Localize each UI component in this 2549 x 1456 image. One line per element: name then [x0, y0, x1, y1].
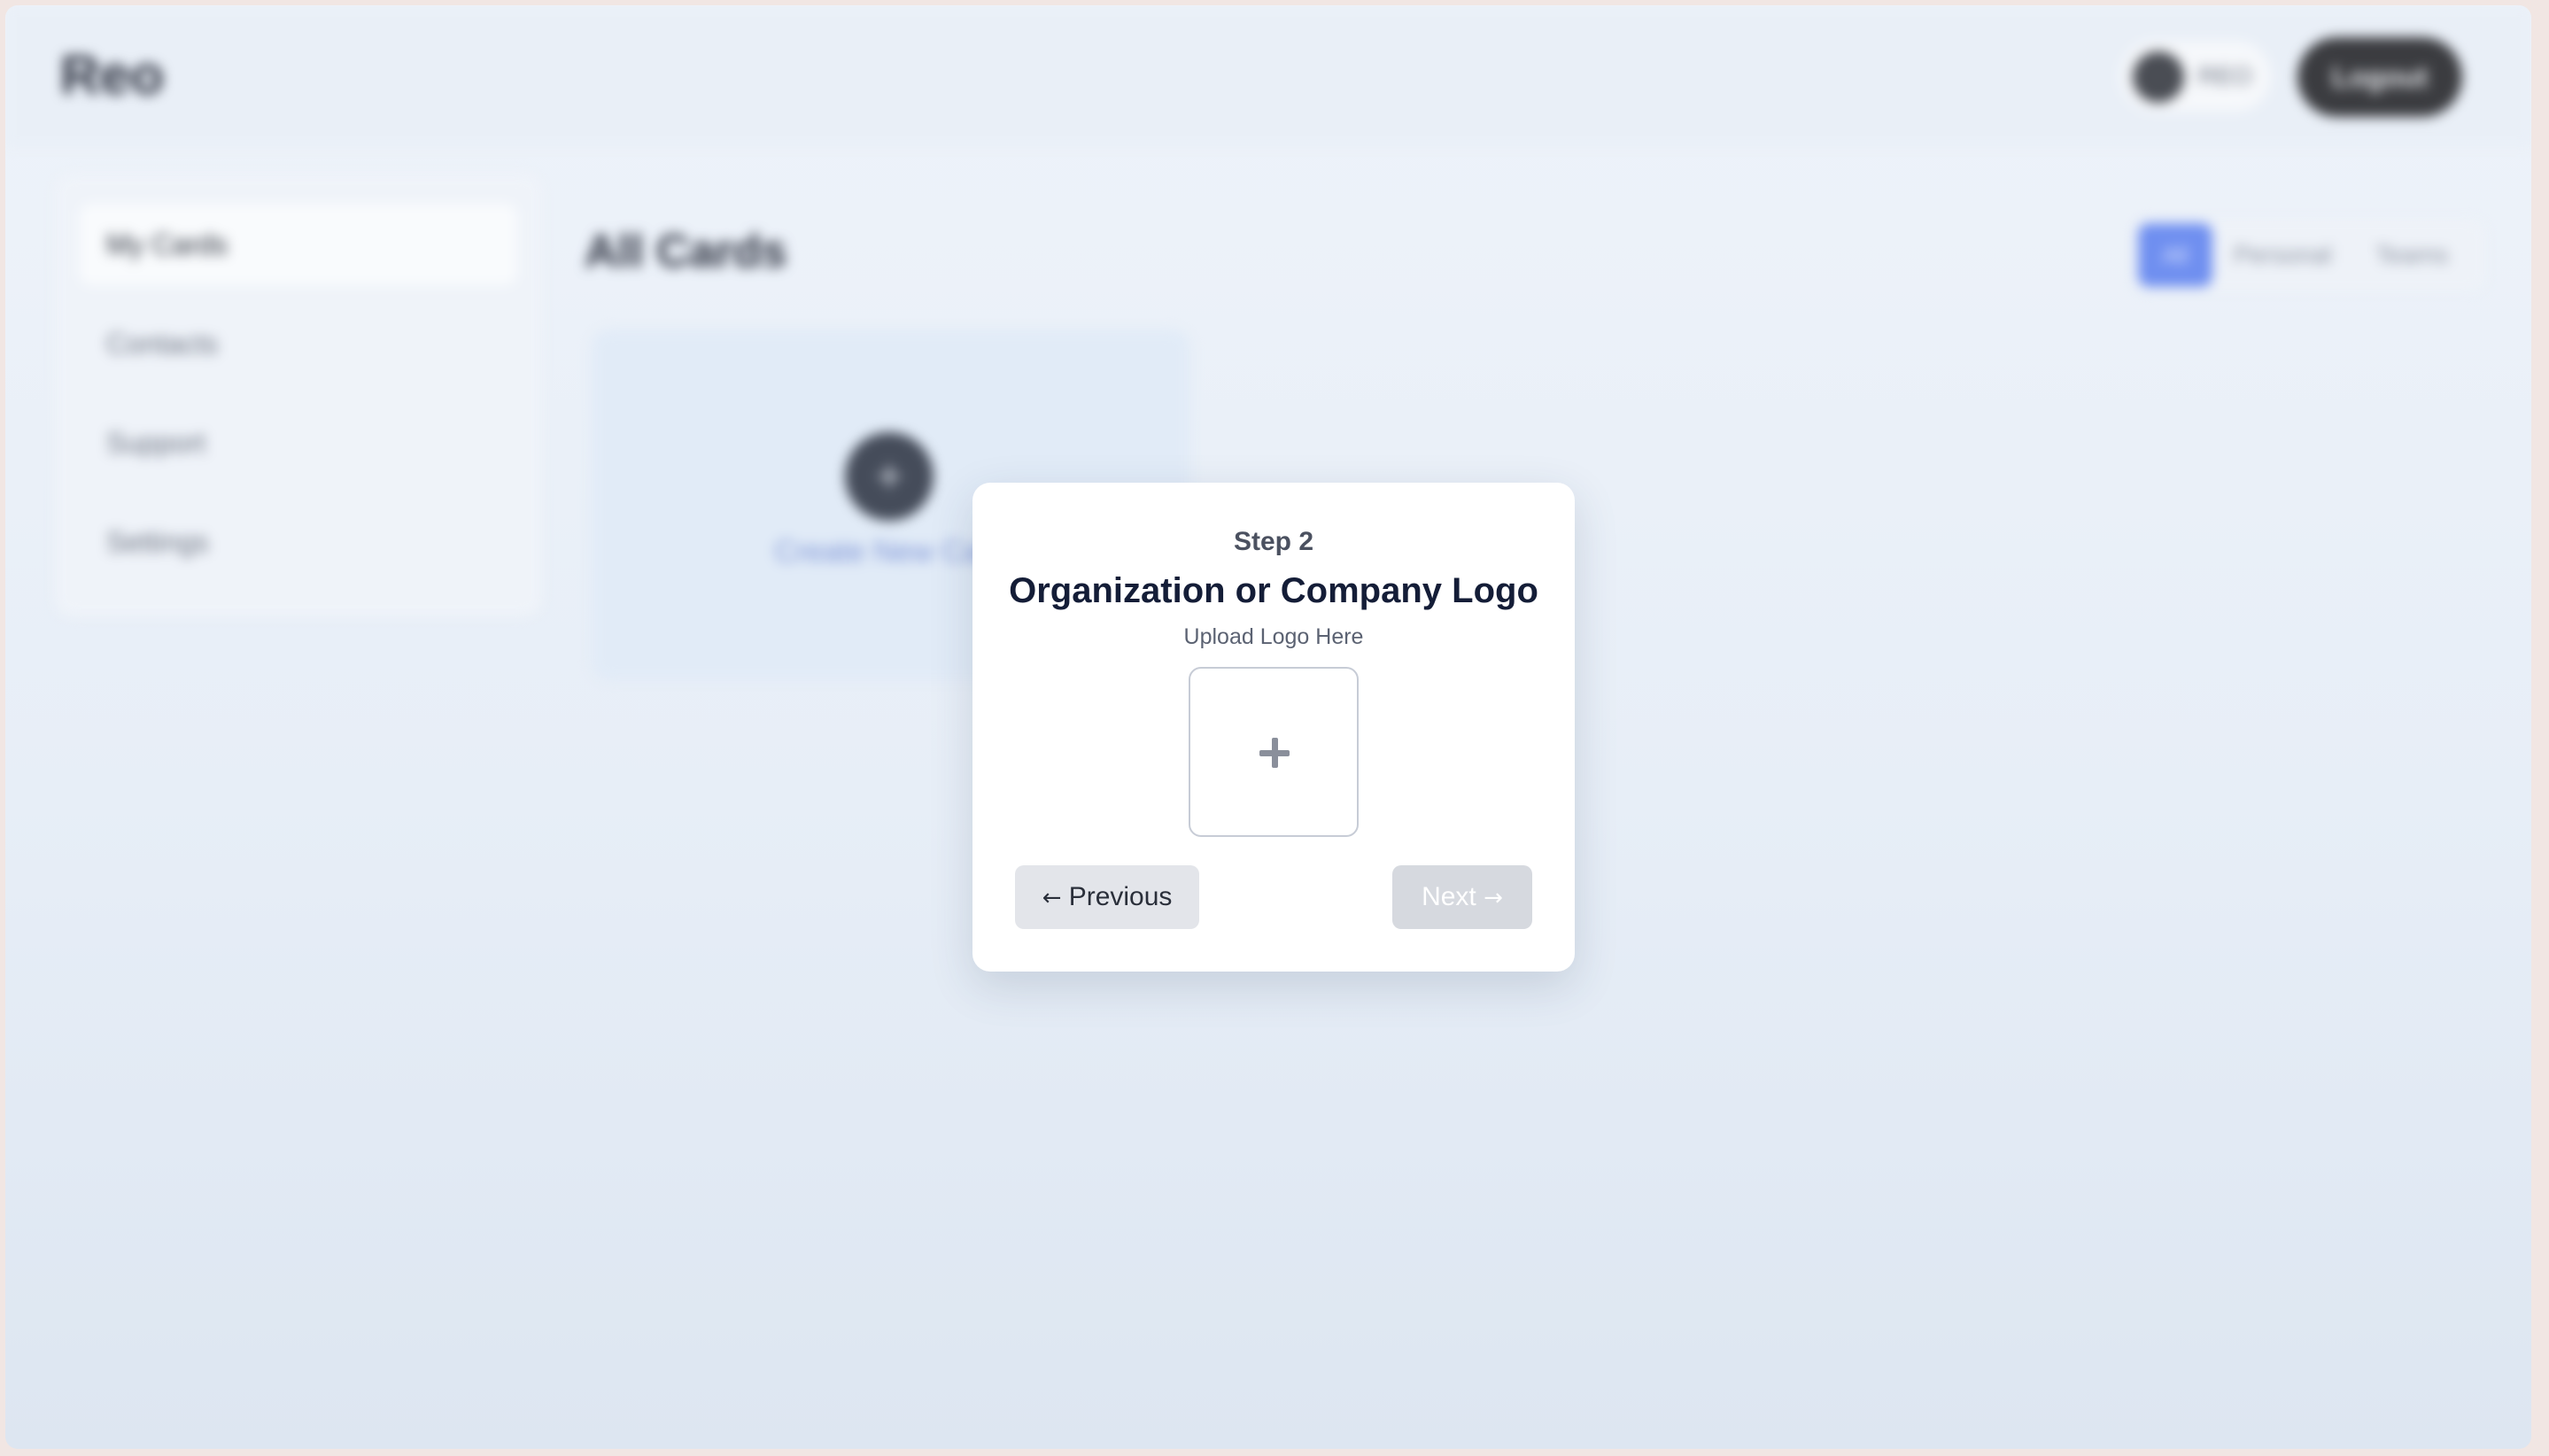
previous-button[interactable]: ← Previous: [1015, 865, 1199, 929]
user-menu[interactable]: REO: [2120, 41, 2271, 112]
sidebar-item-my-cards[interactable]: My Cards: [80, 204, 517, 285]
plus-icon: +: [845, 432, 934, 521]
app-logo[interactable]: Reo: [60, 44, 164, 107]
avatar: [2133, 51, 2184, 103]
user-name: REO: [2198, 62, 2252, 89]
sidebar-item-contacts[interactable]: Contacts: [80, 303, 517, 384]
filter-tab-all[interactable]: All: [2138, 223, 2212, 287]
sidebar-item-support[interactable]: Support: [80, 402, 517, 484]
logo-upload-dialog: Step 2 Organization or Company Logo Uplo…: [972, 483, 1575, 972]
logo-upload-dropzone[interactable]: [1189, 667, 1359, 837]
filter-tab-teams[interactable]: Teams: [2375, 223, 2448, 287]
sidebar: My Cards Contacts Support Settings: [55, 174, 542, 616]
arrow-left-icon: ←: [1042, 885, 1062, 911]
filter-tab-personal[interactable]: Personal: [2234, 223, 2332, 287]
dialog-title: Organization or Company Logo: [1009, 571, 1538, 610]
next-button-label: Next: [1422, 882, 1476, 911]
upload-hint: Upload Logo Here: [1183, 624, 1364, 649]
step-indicator: Step 2: [1233, 527, 1314, 556]
next-button[interactable]: Next →: [1392, 865, 1532, 929]
previous-button-label: Previous: [1068, 882, 1173, 911]
arrow-right-icon: →: [1484, 885, 1503, 911]
top-bar: Reo REO Logout: [5, 5, 2531, 147]
logout-button[interactable]: Logout: [2297, 37, 2462, 117]
page-title: All Cards: [585, 226, 787, 277]
card-filter-tabs: All Personal Teams: [2134, 220, 2485, 290]
plus-icon: [1190, 669, 1357, 835]
sidebar-item-settings[interactable]: Settings: [80, 501, 517, 583]
